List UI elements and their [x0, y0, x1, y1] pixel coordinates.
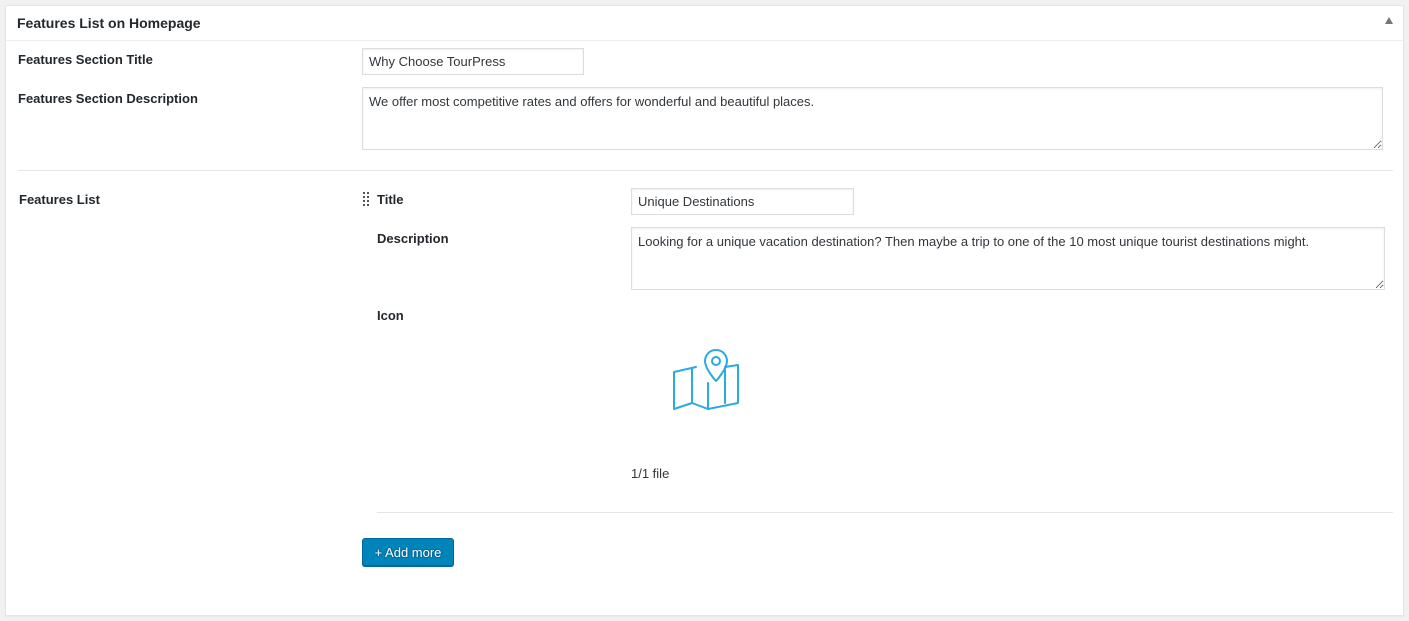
item-description-textarea[interactable]: Looking for a unique vacation destinatio…: [631, 227, 1385, 290]
section-description-label: Features Section Description: [18, 91, 198, 106]
section-divider: [18, 170, 1393, 171]
section-description-textarea[interactable]: We offer most competitive rates and offe…: [362, 87, 1383, 150]
item-description-label: Description: [377, 231, 449, 246]
metabox-header[interactable]: Features List on Homepage: [6, 6, 1403, 41]
item-divider: [377, 512, 1393, 513]
file-count: 1/1 file: [631, 466, 670, 481]
features-metabox: Features List on Homepage Features Secti…: [5, 5, 1404, 616]
section-title-input[interactable]: [362, 48, 584, 75]
item-title-label: Title: [377, 192, 404, 207]
metabox-title: Features List on Homepage: [17, 15, 201, 31]
features-list-label: Features List: [19, 192, 100, 207]
item-icon-label: Icon: [377, 308, 404, 323]
drag-handle-icon[interactable]: [363, 192, 371, 206]
collapse-toggle-icon[interactable]: [1385, 17, 1393, 24]
map-pin-icon[interactable]: [670, 347, 742, 413]
section-title-label: Features Section Title: [18, 52, 153, 67]
add-more-button[interactable]: + Add more: [362, 538, 454, 566]
item-title-input[interactable]: [631, 188, 854, 215]
